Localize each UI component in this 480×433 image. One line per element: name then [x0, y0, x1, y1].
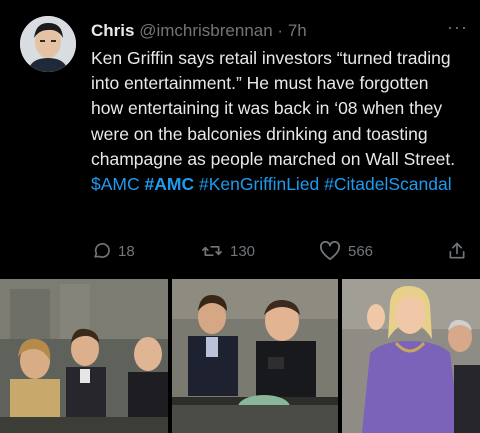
reply-button[interactable]: 18: [91, 241, 201, 261]
retweet-button[interactable]: 130: [201, 241, 319, 261]
hashtag-citadelscandal[interactable]: #CitadelScandal: [324, 174, 451, 194]
avatar[interactable]: [20, 16, 76, 72]
heart-icon: [319, 241, 341, 261]
like-count: 566: [348, 242, 374, 260]
retweet-count: 130: [230, 242, 256, 260]
tweet-text: Ken Griffin says retail investors “turne…: [91, 46, 475, 197]
tweet-media[interactable]: [0, 279, 480, 433]
photo-balcony-right[interactable]: [342, 279, 480, 433]
tweet-text-line: Ken Griffin says retail investors “turne…: [91, 48, 451, 68]
share-button[interactable]: [447, 241, 467, 261]
tweet-text-line: champagne as people marched on Wall Stre…: [91, 148, 456, 169]
author-name[interactable]: Chris: [91, 21, 134, 40]
tweet-header: Chris @imchrisbrennan · 7h: [91, 19, 470, 43]
author-handle[interactable]: @imchrisbrennan: [139, 21, 272, 40]
photo-balcony-center[interactable]: [172, 279, 338, 433]
like-button[interactable]: 566: [319, 241, 439, 261]
reply-icon: [91, 241, 111, 261]
tweet-text-line: into entertainment.” He must have forgot…: [91, 73, 429, 94]
cashtag-amc[interactable]: $AMC: [91, 174, 140, 194]
hashtag-line: $AMC #AMC #KenGriffinLied #CitadelScanda…: [91, 172, 475, 197]
more-icon[interactable]: ···: [447, 18, 468, 36]
tweet-actions: 18 130 566: [91, 236, 475, 266]
hashtag-amc[interactable]: #AMC: [145, 174, 195, 194]
reply-count: 18: [118, 242, 135, 260]
photo-balcony-left[interactable]: [0, 279, 168, 433]
share-icon: [447, 241, 467, 261]
hashtag-kengriffinlied[interactable]: #KenGriffinLied: [199, 174, 319, 194]
tweet-text-line: how entertaining it was back in ‘08 when…: [91, 98, 443, 119]
tweet-text-line: were on the balconies drinking and toast…: [91, 123, 428, 144]
separator-dot: ·: [277, 21, 284, 40]
retweet-icon: [201, 241, 223, 261]
tweet-time[interactable]: 7h: [288, 21, 307, 40]
